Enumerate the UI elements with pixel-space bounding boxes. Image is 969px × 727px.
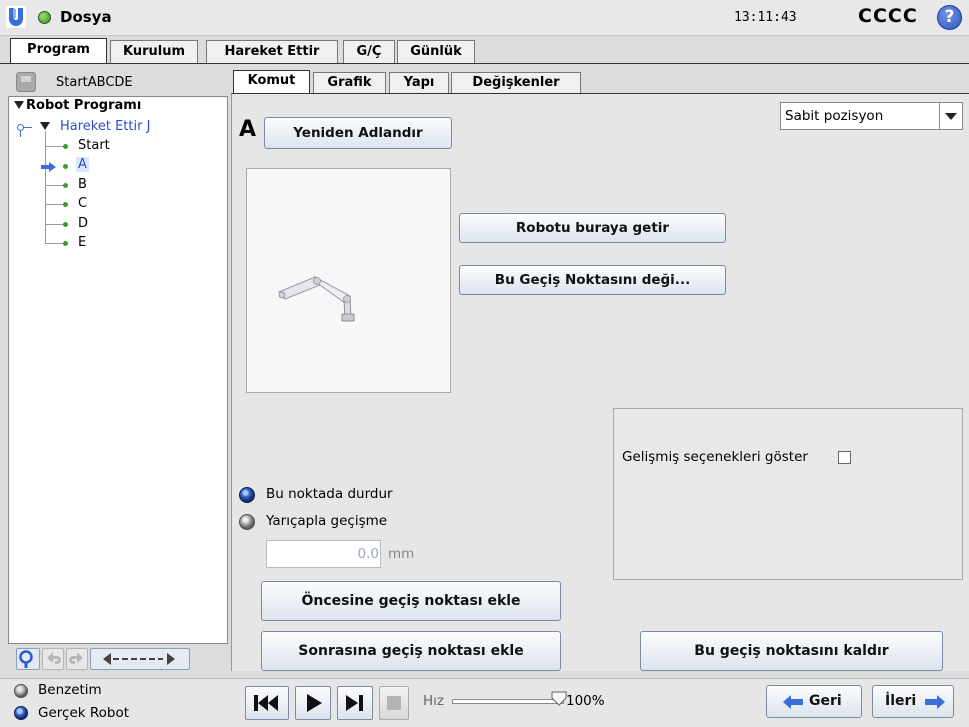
speed-label: Hız xyxy=(423,693,444,709)
skip-back-icon xyxy=(254,695,278,711)
back-button[interactable]: Geri xyxy=(766,685,862,718)
back-button-label: Geri xyxy=(809,693,842,709)
tab-installation[interactable]: Kurulum xyxy=(110,40,198,64)
tab-structure[interactable]: Yapı xyxy=(389,72,449,94)
arrow-left-icon xyxy=(783,695,803,709)
tab-strip-line xyxy=(0,63,969,64)
help-button[interactable]: ? xyxy=(937,5,962,30)
tree-connector xyxy=(45,146,63,147)
robot-arm-image xyxy=(278,275,355,322)
step-button[interactable] xyxy=(337,686,373,720)
tree-node-move-j[interactable]: Hareket Ettir J xyxy=(60,119,150,134)
tree-node-c[interactable]: C xyxy=(78,196,87,211)
next-button[interactable]: İleri xyxy=(872,685,954,718)
tree-connector xyxy=(20,131,21,137)
help-icon: ? xyxy=(944,7,955,27)
tree-connector xyxy=(45,243,63,244)
waypoint-dot-icon xyxy=(63,241,68,246)
speed-slider-thumb[interactable] xyxy=(551,690,567,706)
rewind-button[interactable] xyxy=(245,686,289,720)
step-forward-icon xyxy=(346,695,363,711)
play-button[interactable] xyxy=(295,686,331,720)
waypoint-dot-icon xyxy=(63,183,68,188)
waypoint-dot-icon xyxy=(63,164,68,169)
current-node-arrow-icon xyxy=(41,161,56,172)
move-robot-here-button[interactable]: Robotu buraya getir xyxy=(459,213,726,243)
expand-move-icon[interactable] xyxy=(40,122,50,130)
tree-connector xyxy=(45,204,63,205)
tree-node-a[interactable]: A xyxy=(76,157,89,172)
tab-move[interactable]: Hareket Ettir xyxy=(206,40,338,64)
tab-command[interactable]: Komut xyxy=(233,70,310,94)
advanced-options-panel xyxy=(613,408,963,580)
tree-node-robot-program[interactable]: Robot Programı xyxy=(26,98,141,113)
simulation-label: Benzetim xyxy=(38,682,102,698)
file-menu[interactable]: Dosya xyxy=(60,8,112,26)
expand-root-icon[interactable] xyxy=(14,101,24,109)
speed-slider[interactable] xyxy=(452,699,564,704)
program-name: StartABCDE xyxy=(56,75,133,90)
position-type-value: Sabit pozisyon xyxy=(785,108,884,124)
tab-log[interactable]: Günlük xyxy=(397,40,475,64)
tree-branch-icon xyxy=(17,124,24,131)
change-waypoint-button[interactable]: Bu Geçiş Noktasını deği... xyxy=(459,265,726,295)
rename-button[interactable]: Yeniden Adlandır xyxy=(264,117,452,149)
search-icon xyxy=(19,650,33,668)
tree-connector xyxy=(45,224,63,225)
dashed-arrow-icon xyxy=(103,653,175,665)
program-tree xyxy=(8,96,228,644)
stop-at-point-label: Bu noktada durdur xyxy=(266,486,393,502)
redo-icon xyxy=(69,652,83,664)
undo-icon xyxy=(47,652,61,664)
stop-at-point-radio[interactable] xyxy=(239,487,255,503)
stop-button[interactable] xyxy=(379,686,409,720)
tab-program[interactable]: Program xyxy=(10,38,107,64)
tab-graphics[interactable]: Grafik xyxy=(313,72,386,94)
redo-button[interactable] xyxy=(66,648,88,670)
tree-connector xyxy=(45,185,63,186)
tree-node-start[interactable]: Start xyxy=(78,138,110,153)
save-icon[interactable] xyxy=(16,72,36,92)
add-waypoint-after-button[interactable]: Sonrasına geçiş noktası ekle xyxy=(261,631,561,671)
simulation-radio[interactable] xyxy=(14,684,28,698)
universal-robots-logo xyxy=(6,6,26,28)
robot-name: CCCC xyxy=(858,5,918,27)
advanced-options-checkbox[interactable] xyxy=(838,451,851,464)
undo-button[interactable] xyxy=(42,648,64,670)
tree-node-e[interactable]: E xyxy=(78,235,86,250)
advanced-options-label: Gelişmiş seçenekleri göster xyxy=(622,449,808,465)
blend-radius-value: 0.0 xyxy=(357,546,379,562)
blend-radius-radio[interactable] xyxy=(239,514,255,530)
tab-io[interactable]: G/Ç xyxy=(343,40,395,64)
waypoint-dot-icon xyxy=(63,144,68,149)
clock: 13:11:43 xyxy=(734,10,797,25)
robot-status-indicator xyxy=(38,11,51,24)
chevron-down-icon xyxy=(945,113,957,120)
tree-connector xyxy=(45,131,46,243)
play-icon xyxy=(307,694,322,712)
stop-icon xyxy=(387,696,401,710)
blend-radius-unit: mm xyxy=(388,546,415,562)
cut-paste-button[interactable] xyxy=(90,648,190,670)
tab-variables[interactable]: Değişkenler xyxy=(451,72,581,94)
waypoint-dot-icon xyxy=(63,202,68,207)
tree-node-b[interactable]: B xyxy=(78,177,87,192)
waypoint-dot-icon xyxy=(63,222,68,227)
search-button[interactable] xyxy=(16,648,40,670)
blend-radius-label: Yarıçapla geçişme xyxy=(266,513,388,529)
speed-value: 100% xyxy=(566,693,605,709)
waypoint-name: A xyxy=(239,117,257,142)
waypoint-preview xyxy=(246,168,451,393)
remove-waypoint-button[interactable]: Bu geçiş noktasını kaldır xyxy=(640,631,943,671)
add-waypoint-before-button[interactable]: Öncesine geçiş noktası ekle xyxy=(261,581,561,621)
real-robot-radio[interactable] xyxy=(14,706,28,720)
arrow-right-icon xyxy=(925,695,945,709)
real-robot-label: Gerçek Robot xyxy=(38,705,130,721)
top-bar xyxy=(0,0,969,36)
tree-node-d[interactable]: D xyxy=(78,216,88,231)
next-button-label: İleri xyxy=(885,693,917,709)
